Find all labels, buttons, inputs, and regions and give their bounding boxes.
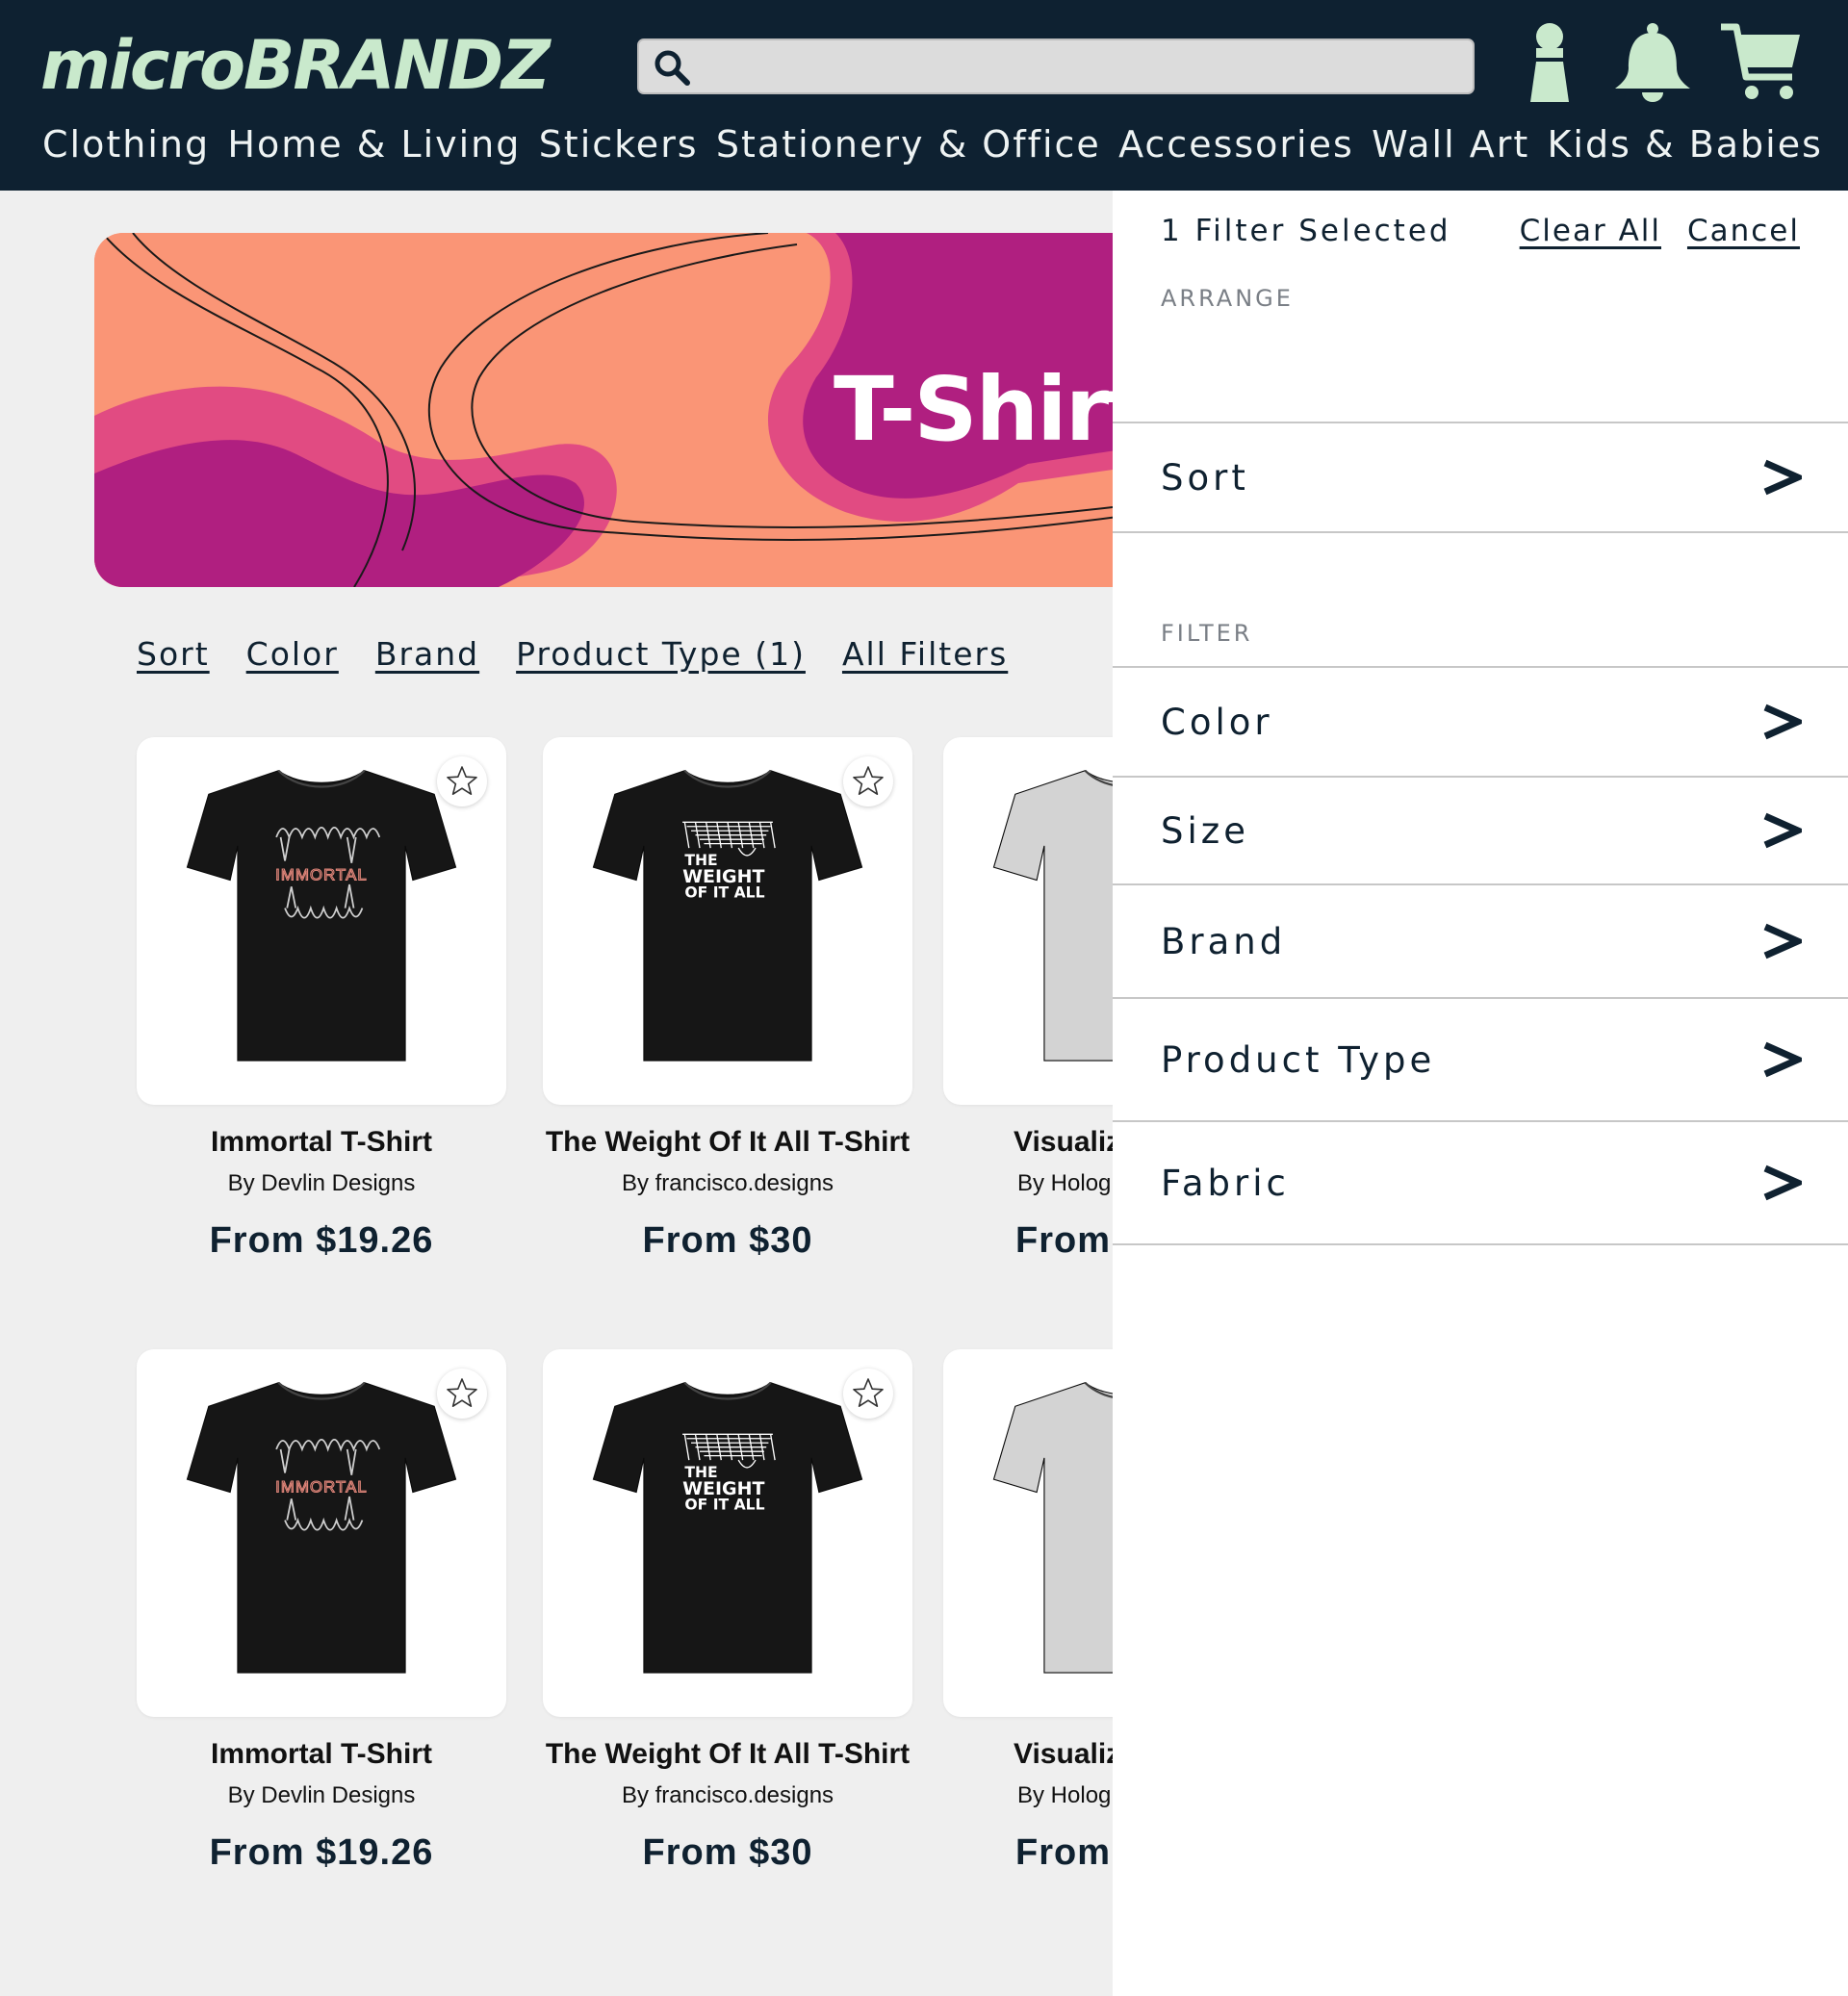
filter-color-link[interactable]: Color [246,635,339,673]
arrange-section-label: ARRANGE [1161,285,1294,312]
filter-all-filters-link[interactable]: All Filters [842,635,1008,673]
favorite-button[interactable] [843,1369,893,1419]
category-nav: Clothing Home & Living Stickers Statione… [42,117,1823,171]
svg-text:IMMORTAL: IMMORTAL [275,866,368,884]
chevron-right-icon [1763,1164,1802,1201]
product-title[interactable]: The Weight Of It All T-Shirt [524,1738,932,1771]
nav-stationery-office[interactable]: Stationery & Office [716,123,1101,166]
filter-section-label: FILTER [1161,620,1253,647]
nav-accessories[interactable]: Accessories [1118,123,1354,166]
filter-product-type-link[interactable]: Product Type (1) [516,635,806,673]
cancel-button[interactable]: Cancel [1687,214,1800,248]
star-icon [447,766,477,795]
panel-row-label: Size [1161,809,1249,852]
panel-row-size[interactable]: Size [1113,778,1848,885]
clear-all-button[interactable]: Clear All [1520,214,1661,248]
chevron-right-icon [1763,1041,1802,1078]
product-image[interactable]: IMMORTAL [137,1349,506,1717]
filter-brand-link[interactable]: Brand [375,635,479,673]
favorite-button[interactable] [437,756,487,806]
star-icon [853,766,884,795]
panel-row-brand[interactable]: Brand [1113,885,1848,999]
product-price: From $30 [642,1220,813,1261]
banner-title: T-Shirts [834,358,1153,461]
star-icon [447,1378,477,1407]
search-bar[interactable] [637,38,1475,94]
nav-stickers[interactable]: Stickers [539,123,699,166]
svg-text:OF IT ALL: OF IT ALL [684,1496,764,1513]
product-image[interactable]: IMMORTAL [137,737,506,1105]
nav-kids-babies[interactable]: Kids & Babies [1548,123,1823,166]
cart-icon[interactable] [1719,21,1804,104]
product-image[interactable]: THE WEIGHT OF IT ALL [543,737,912,1105]
panel-row-sort[interactable]: Sort [1113,422,1848,533]
chevron-right-icon [1763,923,1802,960]
panel-row-label: Color [1161,701,1273,743]
favorite-button[interactable] [437,1369,487,1419]
nav-clothing[interactable]: Clothing [42,123,210,166]
product-title[interactable]: The Weight Of It All T-Shirt [524,1126,932,1159]
product-price: From $19.26 [209,1832,434,1873]
product-designer[interactable]: By Holog [943,1782,1111,1809]
product-title[interactable]: Immortal T-Shirt [117,1126,526,1159]
chevron-right-icon [1763,704,1802,740]
product-title[interactable]: Visualiz [943,1126,1120,1159]
panel-row-product-type[interactable]: Product Type [1113,999,1848,1122]
category-banner: T-Shirts [94,233,1153,587]
product-designer[interactable]: By Holog [943,1170,1111,1197]
filter-count: 1 Filter Selected [1161,214,1451,248]
nav-home-living[interactable]: Home & Living [227,123,521,166]
svg-text:OF IT ALL: OF IT ALL [684,883,764,901]
panel-header: 1 Filter Selected Clear All Cancel [1161,214,1800,252]
product-designer[interactable]: By francisco.designs [524,1782,932,1809]
product-title[interactable]: Immortal T-Shirt [117,1738,526,1771]
product-designer[interactable]: By francisco.designs [524,1170,932,1197]
svg-text:IMMORTAL: IMMORTAL [275,1478,368,1497]
chevron-right-icon [1763,459,1802,496]
product-price: From $30 [642,1832,813,1873]
product-price: From [1015,1832,1111,1873]
filter-panel: 1 Filter Selected Clear All Cancel ARRAN… [1113,191,1848,1996]
site-header: microBRANDZ Clothing Home & Living Stick… [0,0,1848,191]
favorite-button[interactable] [843,756,893,806]
filter-sort-link[interactable]: Sort [137,635,210,673]
product-designer[interactable]: By Devlin Designs [117,1170,526,1197]
panel-row-label: Product Type [1161,1038,1436,1081]
brand-logo[interactable]: microBRANDZ [40,27,599,104]
product-price: From [1015,1220,1111,1261]
panel-row-label: Sort [1161,456,1249,499]
panel-row-fabric[interactable]: Fabric [1113,1122,1848,1245]
search-input[interactable] [701,48,1461,87]
panel-row-label: Fabric [1161,1162,1290,1204]
search-icon[interactable] [651,46,693,89]
product-price: From $19.26 [209,1220,434,1261]
product-designer[interactable]: By Devlin Designs [117,1782,526,1809]
product-image[interactable]: THE WEIGHT OF IT ALL [543,1349,912,1717]
panel-row-color[interactable]: Color [1113,666,1848,778]
filter-bar: Sort Color Brand Product Type (1) All Fi… [137,635,1008,673]
account-icon[interactable] [1527,21,1573,104]
bell-icon[interactable] [1613,21,1692,104]
star-icon [853,1378,884,1407]
panel-row-label: Brand [1161,920,1287,962]
product-title[interactable]: Visualiz [943,1738,1120,1771]
nav-wall-art[interactable]: Wall Art [1372,123,1529,166]
chevron-right-icon [1763,812,1802,849]
